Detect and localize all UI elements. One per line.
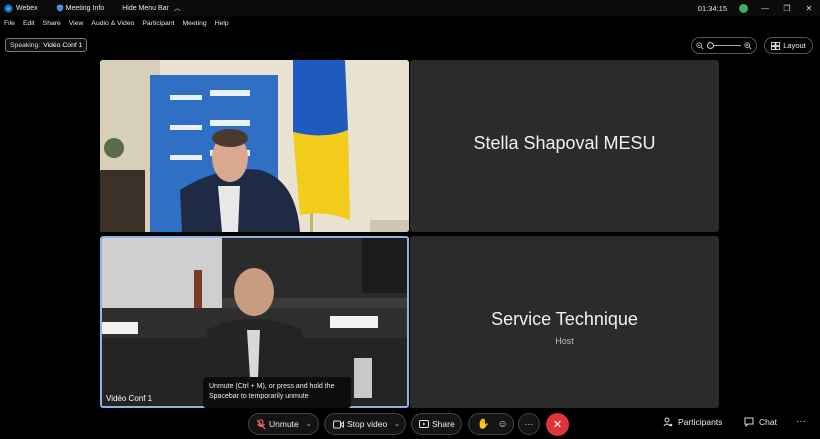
end-call-button[interactable]: ✕ xyxy=(546,413,569,436)
stop-video-label: Stop video xyxy=(347,419,388,429)
speaking-label: Speaking: xyxy=(10,41,41,49)
video-tile-speaker[interactable] xyxy=(100,60,409,232)
video-tile-stella-shapoval[interactable]: Stella Shapoval MESU xyxy=(410,60,719,232)
meeting-info-button[interactable]: Meeting Info xyxy=(56,4,105,12)
unmute-button[interactable]: Unmute ⌄ xyxy=(248,413,319,435)
shield-icon xyxy=(56,4,63,12)
restore-icon[interactable]: ❐ xyxy=(782,3,792,13)
menu-bar: File Edit Share View Audio & Video Parti… xyxy=(0,16,820,30)
menu-file[interactable]: File xyxy=(4,20,15,27)
layout-label: Layout xyxy=(783,41,806,50)
chat-icon xyxy=(744,417,754,427)
title-bar: Webex Meeting Info Hide Menu Bar ︿ 01:34… xyxy=(0,0,820,16)
video-tile-service-technique[interactable]: Service Technique Host xyxy=(410,236,719,408)
status-icon xyxy=(739,3,748,13)
webex-logo: Webex xyxy=(4,3,38,13)
share-button[interactable]: Share xyxy=(411,413,462,435)
menu-edit[interactable]: Edit xyxy=(23,20,35,27)
emoji-icon[interactable]: ☺ xyxy=(497,419,507,430)
close-icon[interactable]: ✕ xyxy=(804,3,814,13)
chevron-down-icon[interactable]: ⌄ xyxy=(394,420,400,428)
chevron-up-icon: ︿ xyxy=(173,5,181,12)
chevron-down-icon[interactable]: ⌄ xyxy=(306,420,312,428)
reactions-group[interactable]: ✋ ☺ xyxy=(468,413,514,435)
zoom-slider[interactable] xyxy=(707,42,741,49)
zoom-out-icon[interactable] xyxy=(696,41,704,50)
host-badge: Host xyxy=(555,336,574,346)
app-name: Webex xyxy=(16,4,38,12)
unmute-tooltip: Unmute (Ctrl + M), or press and hold the… xyxy=(203,377,351,408)
menu-audio-video[interactable]: Audio & Video xyxy=(91,20,134,27)
grid-icon xyxy=(771,41,781,50)
menu-help[interactable]: Help xyxy=(215,20,229,27)
speaking-name: Vidéo Conf 1 xyxy=(43,41,83,49)
menu-meeting[interactable]: Meeting xyxy=(183,20,207,27)
participants-label: Participants xyxy=(678,417,723,427)
raise-hand-icon[interactable]: ✋ xyxy=(477,419,489,430)
menu-share[interactable]: Share xyxy=(43,20,61,27)
chat-button[interactable]: Chat xyxy=(744,417,777,427)
participant-name: Service Technique xyxy=(491,309,638,329)
meeting-toolbar: Unmute ⌄ Stop video ⌄ Share ✋ ☺ ··· ✕ Pa… xyxy=(0,411,820,439)
chat-label: Chat xyxy=(759,417,777,427)
tile-participant-label: Vidéo Conf 1 xyxy=(106,394,153,403)
layout-button[interactable]: Layout xyxy=(764,37,813,54)
muted-mic-icon xyxy=(256,418,266,429)
stop-video-button[interactable]: Stop video ⌄ xyxy=(324,413,406,435)
share-label: Share xyxy=(432,419,455,429)
meeting-info-label: Meeting Info xyxy=(65,4,105,12)
zoom-slider-knob[interactable] xyxy=(707,42,714,49)
zoom-in-icon[interactable] xyxy=(744,41,752,50)
video-camera-icon xyxy=(333,420,344,428)
hide-menu-bar-button[interactable]: Hide Menu Bar ︿ xyxy=(122,3,181,13)
meeting-clock: 01:34:15 xyxy=(697,3,727,13)
speaking-indicator: Speaking: Vidéo Conf 1 xyxy=(5,38,88,52)
menu-view[interactable]: View xyxy=(69,20,84,27)
video-feed-image xyxy=(100,60,409,232)
participants-button[interactable]: Participants xyxy=(663,417,722,427)
participant-name: Stella Shapoval MESU xyxy=(473,133,656,153)
more-options-button[interactable]: ··· xyxy=(518,413,540,435)
hide-menu-label: Hide Menu Bar xyxy=(122,4,169,12)
webex-icon xyxy=(4,3,13,13)
zoom-control[interactable] xyxy=(691,37,757,54)
share-screen-icon xyxy=(419,419,429,428)
participants-icon xyxy=(663,417,673,427)
minimize-icon[interactable]: — xyxy=(760,3,770,13)
more-menu-icon[interactable]: ··· xyxy=(796,416,806,427)
menu-participant[interactable]: Participant xyxy=(142,20,174,27)
unmute-label: Unmute xyxy=(269,419,299,429)
